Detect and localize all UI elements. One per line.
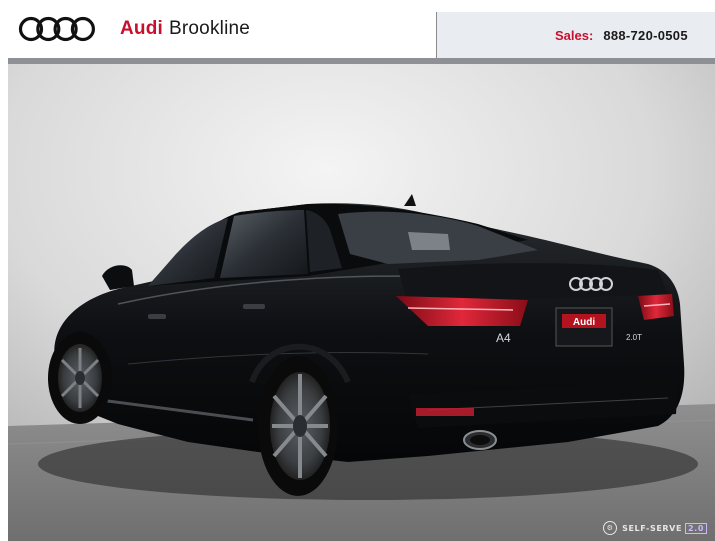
- plate-brand-text: Audi: [573, 317, 595, 328]
- listing-page: Audi Brookline Sales: 888-720-0505 Audi …: [0, 0, 715, 541]
- dealer-brand-text: Audi: [120, 18, 164, 39]
- sales-contact[interactable]: Sales: 888-720-0505: [437, 12, 715, 58]
- dealer-name: Audi Brookline: [120, 18, 250, 40]
- self-serve-icon: ⚙: [603, 521, 618, 535]
- dealer-header: Audi Brookline Sales: 888-720-0505: [0, 0, 715, 64]
- trim-badge: 2.0T: [626, 333, 642, 342]
- model-badge: A4: [496, 331, 511, 345]
- sales-label: Sales:: [555, 27, 594, 43]
- dealer-location-text: Brookline: [169, 18, 251, 39]
- vehicle-photo-image: Audi A4 2.0T: [8, 64, 715, 541]
- vehicle-photo[interactable]: Audi A4 2.0T ⚙ SELF-SERVE 2.0: [8, 64, 715, 541]
- watermark-text: SELF-SERVE: [622, 523, 683, 533]
- sales-phone-link[interactable]: 888-720-0505: [603, 28, 688, 43]
- watermark-version: 2.0: [685, 522, 707, 534]
- audi-rings-icon: [18, 16, 96, 42]
- self-serve-watermark: ⚙ SELF-SERVE 2.0: [603, 521, 707, 535]
- dealer-brand-link[interactable]: Audi Brookline: [0, 6, 436, 52]
